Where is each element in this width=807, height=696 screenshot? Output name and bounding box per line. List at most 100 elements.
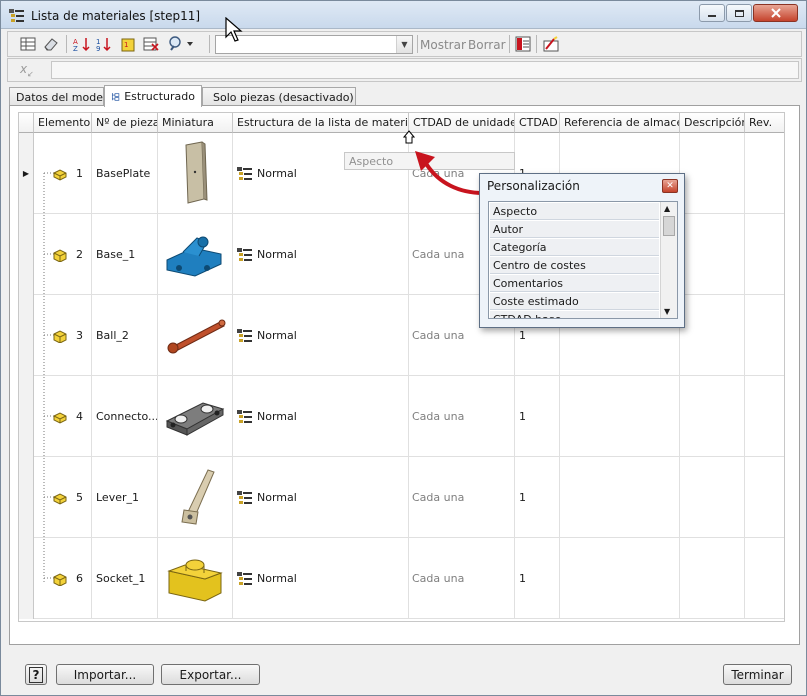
scroll-up-icon[interactable]: ▲ [664, 204, 670, 213]
row-selector[interactable] [19, 295, 34, 376]
clear-button[interactable]: Borrar [468, 38, 506, 52]
list-item[interactable]: Aspecto [490, 203, 659, 220]
item-cell[interactable]: 1 [34, 133, 92, 214]
view-combo[interactable]: ▼ [215, 35, 413, 54]
bom-structure-cell[interactable]: Normal [233, 538, 409, 619]
revision-cell[interactable] [745, 133, 784, 214]
bom-view-button[interactable] [18, 34, 38, 54]
column-chooser-button[interactable] [513, 34, 533, 54]
table-row[interactable]: 5 Lever_1 Normal Cada una 1 [19, 457, 784, 538]
description-cell[interactable] [680, 214, 745, 295]
list-item[interactable]: Categoría [490, 239, 659, 256]
column-header-description[interactable]: Descripción [680, 113, 745, 133]
list-item[interactable]: Centro de costes [490, 257, 659, 274]
part-number-cell[interactable]: BasePlate [92, 133, 158, 214]
quantity-cell[interactable]: 1 [515, 538, 560, 619]
minimize-button[interactable] [699, 4, 725, 22]
export-button[interactable]: Exportar... [161, 664, 260, 685]
tab-parts-only[interactable]: Solo piezas (desactivado) [202, 87, 356, 106]
row-selector[interactable] [19, 538, 34, 619]
item-cell[interactable]: 5 [34, 457, 92, 538]
stock-number-cell[interactable] [560, 538, 680, 619]
tab-model-data[interactable]: Datos del modelo [9, 87, 113, 106]
sort-ascending-button[interactable]: A Z [72, 34, 92, 54]
bom-structure-cell[interactable]: Normal [233, 295, 409, 376]
part-number-cell[interactable]: Lever_1 [92, 457, 158, 538]
scroll-down-icon[interactable]: ▼ [664, 307, 670, 316]
list-item[interactable]: Comentarios [490, 275, 659, 292]
renumber-button[interactable]: 1 [118, 34, 138, 54]
scroll-thumb[interactable] [663, 216, 675, 236]
column-header-revision[interactable]: Rev. [745, 113, 784, 133]
item-cell[interactable]: 6 [34, 538, 92, 619]
eraser-button[interactable] [41, 34, 61, 54]
tab-structured[interactable]: Estructurado [104, 85, 202, 107]
field-list[interactable]: Aspecto Autor Categoría Centro de costes… [488, 201, 678, 319]
formula-input[interactable] [51, 61, 799, 79]
stock-number-cell[interactable] [560, 376, 680, 457]
part-number-cell[interactable]: Ball_2 [92, 295, 158, 376]
stock-number-cell[interactable] [560, 457, 680, 538]
structure-icon [237, 571, 252, 585]
unit-quantity-cell[interactable]: Cada una [409, 457, 515, 538]
bom-structure-cell[interactable]: Normal [233, 376, 409, 457]
close-button[interactable] [753, 4, 798, 22]
find-button[interactable] [166, 34, 196, 54]
quantity-cell[interactable]: 1 [515, 376, 560, 457]
table-row[interactable]: 4 Connecto... Normal Cada una 1 [19, 376, 784, 457]
bom-structure-cell[interactable]: Normal [233, 133, 409, 214]
description-cell[interactable] [680, 295, 745, 376]
column-header-unit-quantity[interactable]: CTDAD de unidades [409, 113, 515, 133]
maximize-button[interactable] [726, 4, 752, 22]
delete-row-icon [143, 37, 159, 51]
unit-quantity-cell[interactable]: Cada una [409, 376, 515, 457]
finish-button[interactable]: Terminar [723, 664, 792, 685]
column-header-quantity[interactable]: CTDAD [515, 113, 560, 133]
help-button[interactable]: ? [25, 664, 47, 685]
row-selector[interactable] [19, 214, 34, 295]
popup-scrollbar[interactable]: ▲ ▼ [660, 202, 677, 318]
revision-cell[interactable] [745, 457, 784, 538]
part-number-cell[interactable]: Socket_1 [92, 538, 158, 619]
list-item[interactable]: Coste estimado [490, 293, 659, 310]
import-button[interactable]: Importar... [56, 664, 154, 685]
table-row[interactable]: 6 Socket_1 Normal Cada una 1 [19, 538, 784, 619]
revision-cell[interactable] [745, 538, 784, 619]
revision-cell[interactable] [745, 376, 784, 457]
row-selector[interactable] [19, 376, 34, 457]
list-item[interactable]: CTDAD base [490, 311, 659, 318]
column-header-item[interactable]: Elemento [34, 113, 92, 133]
quantity-cell[interactable]: 1 [515, 457, 560, 538]
title-bar[interactable]: Lista de materiales [step11] [1, 1, 806, 29]
item-cell[interactable]: 3 [34, 295, 92, 376]
column-header-thumbnail[interactable]: Miniatura [158, 113, 233, 133]
row-selector[interactable]: ▶ [19, 133, 34, 214]
row-selector[interactable] [19, 457, 34, 538]
popup-close-button[interactable]: ✕ [662, 179, 678, 193]
part-number-cell[interactable]: Connecto... [92, 376, 158, 457]
show-button[interactable]: Mostrar [420, 38, 466, 52]
item-cell[interactable]: 2 [34, 214, 92, 295]
description-cell[interactable] [680, 376, 745, 457]
description-cell[interactable] [680, 133, 745, 214]
part-number-cell[interactable]: Base_1 [92, 214, 158, 295]
part-icon [53, 411, 67, 424]
quantity-value: 1 [519, 329, 526, 342]
unit-quantity-cell[interactable]: Cada una [409, 538, 515, 619]
bom-structure-cell[interactable]: Normal [233, 214, 409, 295]
list-item[interactable]: Autor [490, 221, 659, 238]
description-cell[interactable] [680, 457, 745, 538]
revision-cell[interactable] [745, 295, 784, 376]
column-header-part-number[interactable]: Nº de pieza [92, 113, 158, 133]
sort-numeric-button[interactable]: 1 9 [95, 34, 115, 54]
item-cell[interactable]: 4 [34, 376, 92, 457]
bom-structure-cell[interactable]: Normal [233, 457, 409, 538]
description-cell[interactable] [680, 538, 745, 619]
customize-button[interactable] [541, 34, 561, 54]
formula-button[interactable]: x↙ [20, 62, 42, 79]
column-header-stock-number[interactable]: Referencia de almacén [560, 113, 680, 133]
delete-row-button[interactable] [141, 34, 161, 54]
column-header-bom-structure[interactable]: Estructura de la lista de materiales [233, 113, 409, 133]
chevron-down-icon[interactable]: ▼ [396, 36, 412, 53]
revision-cell[interactable] [745, 214, 784, 295]
